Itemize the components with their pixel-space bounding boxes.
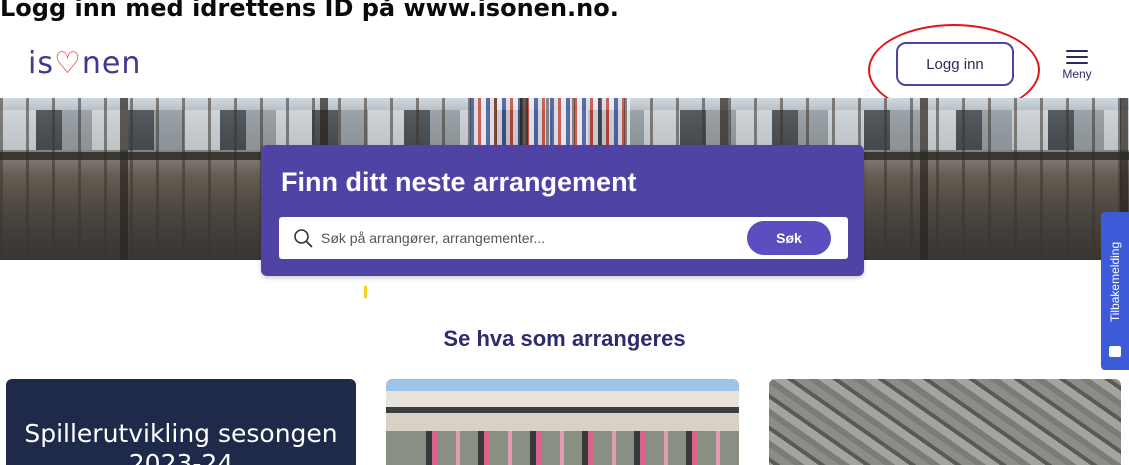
search-title: Finn ditt neste arrangement [281, 167, 637, 197]
login-button[interactable]: Logg inn [896, 42, 1014, 86]
hamburger-icon [1066, 50, 1088, 64]
menu-label: Meny [1062, 67, 1092, 81]
site-header: is♡nen Logg inn Meny [0, 24, 1129, 116]
event-card-title: Spillerutvikling sesongen 2023-24 [24, 419, 338, 465]
menu-button[interactable]: Meny [1057, 50, 1097, 90]
isonen-logo[interactable]: is♡nen [28, 46, 141, 81]
logo-suffix: nen [81, 46, 142, 81]
instruction-text: Logg inn med idrettens ID på www.isonen.… [0, 0, 619, 22]
cursor-marker [364, 286, 367, 298]
search-button[interactable]: Søk [747, 221, 831, 255]
search-box[interactable]: Søk [279, 217, 848, 259]
heart-icon: ♡ [53, 46, 82, 81]
search-panel: Finn ditt neste arrangement Søk [261, 145, 864, 276]
event-card-spillerutvikling[interactable]: Spillerutvikling sesongen 2023-24 [6, 379, 356, 465]
feedback-label: Tilbakemelding [1108, 241, 1122, 323]
event-card-climbing[interactable] [769, 379, 1121, 465]
search-input[interactable] [321, 217, 741, 259]
event-card-running[interactable] [386, 379, 739, 465]
logo-prefix: is [28, 46, 54, 81]
section-title: Se hva som arrangeres [443, 326, 686, 351]
search-icon [294, 229, 313, 248]
